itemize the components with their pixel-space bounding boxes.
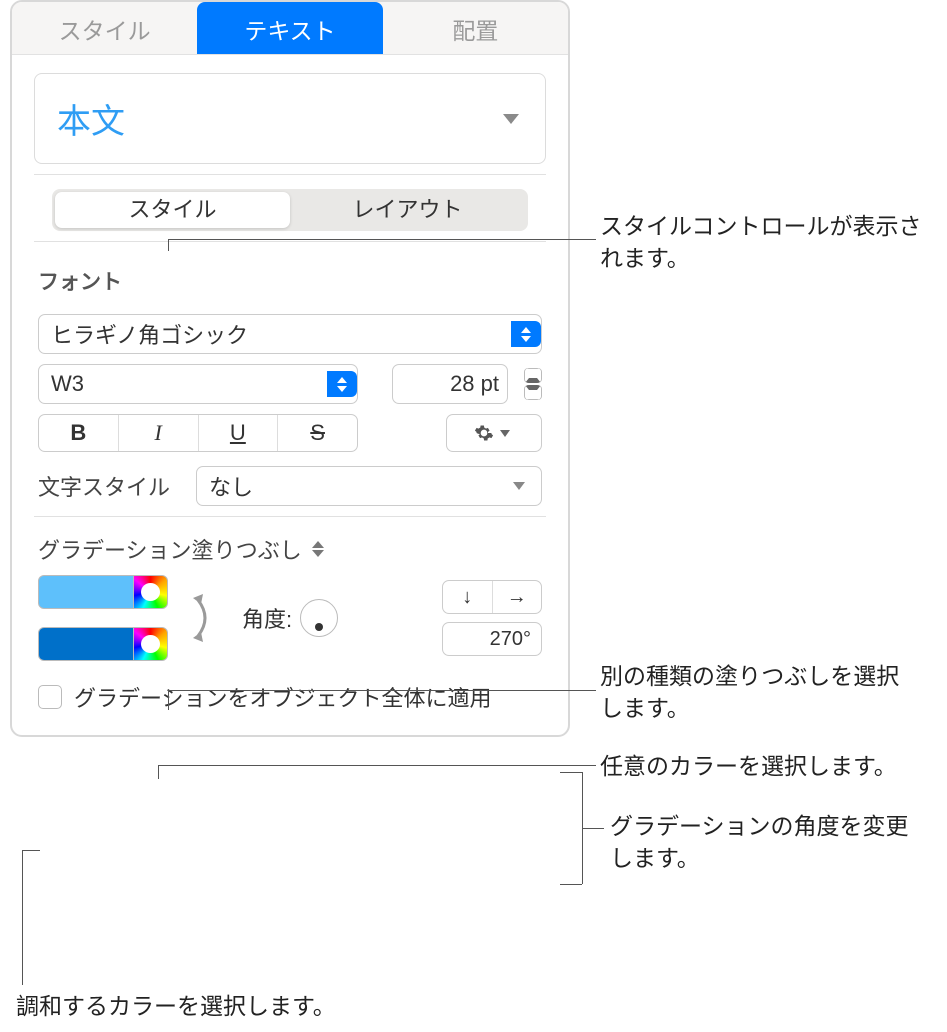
text-fill-popup[interactable]: グラデーション塗りつぶし	[38, 533, 542, 565]
color-picker-button-2[interactable]	[134, 627, 168, 661]
divider	[34, 174, 546, 175]
seg-style[interactable]: スタイル	[55, 192, 290, 228]
font-size-stepper[interactable]	[524, 368, 542, 400]
direction-down-button[interactable]: ↓	[443, 581, 493, 613]
format-inspector-panel: スタイル テキスト 配置 本文 スタイル レイアウト フォント ヒラギノ角ゴシッ…	[10, 0, 570, 737]
popup-arrows-icon	[312, 541, 324, 557]
popup-arrows-icon	[511, 321, 541, 347]
font-weight-value: W3	[51, 371, 84, 397]
text-fill-value: グラデーション塗りつぶし	[38, 533, 302, 565]
font-header: フォント	[12, 252, 568, 304]
popup-arrows-icon	[327, 371, 357, 397]
chevron-down-icon	[503, 114, 519, 124]
underline-button[interactable]: U	[199, 415, 279, 451]
font-family-value: ヒラギノ角ゴシック	[51, 318, 248, 350]
chevron-down-icon	[513, 482, 525, 490]
strikethrough-button[interactable]: S	[278, 415, 357, 451]
swap-icon	[190, 590, 220, 646]
callout-fill-type: 別の種類の塗りつぶしを選択します。	[600, 660, 920, 724]
tab-text[interactable]: テキスト	[197, 2, 382, 54]
callout-angle: グラデーションの角度を変更します。	[610, 810, 930, 874]
seg-layout[interactable]: レイアウト	[290, 192, 525, 228]
gradient-color-1	[38, 575, 168, 609]
color-picker-button-1[interactable]	[134, 575, 168, 609]
apply-gradient-all-label: グラデーションをオブジェクト全体に適用	[74, 681, 492, 713]
gradient-controls: 角度: ↓ → 270°	[38, 575, 542, 661]
bold-button[interactable]: B	[39, 415, 119, 451]
callout-style-controls: スタイルコントロールが表示されます。	[600, 210, 930, 274]
style-layout-segmented: スタイル レイアウト	[52, 189, 528, 231]
inspector-tabs: スタイル テキスト 配置	[12, 2, 568, 55]
gear-icon	[474, 423, 494, 443]
divider	[34, 241, 546, 242]
color-well-2[interactable]	[38, 627, 134, 661]
callout-harmonious-color: 調和するカラーを選択します。	[16, 990, 416, 1022]
angle-field[interactable]: 270°	[442, 622, 542, 656]
chevron-down-icon	[500, 430, 510, 437]
apply-gradient-all-checkbox[interactable]	[38, 685, 62, 709]
text-style-buttons: B I U S	[38, 414, 358, 452]
tab-style[interactable]: スタイル	[12, 2, 197, 54]
color-well-1[interactable]	[38, 575, 134, 609]
paragraph-style-popup[interactable]: 本文	[34, 73, 546, 164]
font-size-field[interactable]: 28 pt	[392, 364, 508, 404]
paragraph-style-label: 本文	[57, 94, 125, 143]
character-style-popup[interactable]: なし	[196, 466, 542, 506]
angle-label: 角度:	[242, 602, 292, 634]
character-style-value: なし	[209, 470, 253, 502]
angle-value: 270°	[490, 628, 531, 651]
italic-button[interactable]: I	[119, 415, 199, 451]
gradient-color-2	[38, 627, 168, 661]
callout-any-color: 任意のカラーを選択します。	[600, 750, 940, 782]
character-style-label: 文字スタイル	[38, 470, 170, 502]
direction-right-button[interactable]: →	[493, 581, 542, 613]
advanced-options-button[interactable]	[446, 414, 542, 452]
font-weight-popup[interactable]: W3	[38, 364, 358, 404]
tab-arrange[interactable]: 配置	[383, 2, 568, 54]
swap-colors-button[interactable]	[188, 588, 222, 648]
divider	[34, 516, 546, 517]
gradient-direction-buttons: ↓ →	[442, 580, 542, 614]
angle-dial[interactable]	[300, 599, 338, 637]
font-size-value: 28 pt	[450, 371, 499, 397]
font-family-popup[interactable]: ヒラギノ角ゴシック	[38, 314, 542, 354]
